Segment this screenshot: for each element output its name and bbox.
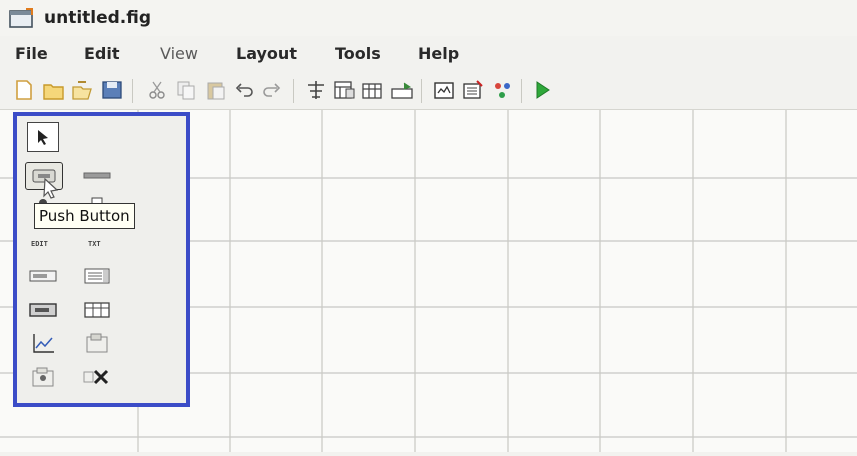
slider-icon <box>83 172 111 179</box>
window-title: untitled.fig <box>44 8 152 28</box>
undo-icon[interactable] <box>232 79 256 101</box>
open-folder-icon[interactable] <box>42 79 66 101</box>
button-group-icon <box>32 367 54 387</box>
toolbar-editor-icon[interactable] <box>390 79 414 101</box>
paste-icon[interactable] <box>204 79 228 101</box>
menu-editor-icon[interactable] <box>332 79 356 101</box>
listbox-icon <box>84 268 110 284</box>
activex-control-tool[interactable] <box>79 364 115 390</box>
listbox-tool[interactable] <box>79 263 115 289</box>
menu-view[interactable]: View <box>160 44 198 63</box>
table-icon <box>84 302 110 318</box>
toolbar-separator <box>421 79 422 103</box>
slider-tool[interactable] <box>79 162 115 188</box>
table-tool[interactable] <box>79 297 115 323</box>
object-browser-icon[interactable] <box>491 79 515 101</box>
toolbar-separator <box>132 79 133 103</box>
button-group-tool[interactable] <box>25 364 61 390</box>
menu-help[interactable]: Help <box>418 44 459 63</box>
component-palette: EDIT TXT <box>13 112 190 407</box>
activex-icon <box>83 369 109 385</box>
toolbar-separator <box>293 79 294 103</box>
toolbar <box>0 73 857 110</box>
copy-icon[interactable] <box>174 79 198 101</box>
panel-tool[interactable] <box>79 330 115 356</box>
axes-tool[interactable] <box>25 330 61 356</box>
toggle-button-icon <box>29 303 57 317</box>
arrow-pointer-icon <box>38 130 48 145</box>
popup-menu-tool[interactable] <box>25 263 61 289</box>
save-icon[interactable] <box>100 79 124 101</box>
edit-text-label: EDIT <box>31 240 48 248</box>
run-figure-icon[interactable] <box>530 79 554 101</box>
tab-order-editor-icon[interactable] <box>360 79 384 101</box>
edit-text-tool[interactable]: EDIT <box>25 229 61 255</box>
cut-icon[interactable] <box>145 79 169 101</box>
popup-menu-icon <box>29 270 57 282</box>
align-objects-icon[interactable] <box>304 79 328 101</box>
panel-icon <box>86 333 108 353</box>
static-text-icon: TXT <box>88 240 101 248</box>
redo-icon[interactable] <box>260 79 284 101</box>
push-button-tooltip: Push Button <box>34 203 135 229</box>
figure-app-icon <box>9 8 33 28</box>
title-bar: untitled.fig <box>0 0 857 36</box>
menu-tools[interactable]: Tools <box>335 44 381 63</box>
axes-icon <box>33 334 54 353</box>
open-file-icon[interactable] <box>70 79 94 101</box>
property-inspector-icon[interactable] <box>461 79 485 101</box>
menu-bar: File Edit View Layout Tools Help <box>0 38 857 68</box>
static-text-label: TXT <box>88 240 101 248</box>
menu-file[interactable]: File <box>15 44 48 63</box>
menu-layout[interactable]: Layout <box>236 44 297 63</box>
menu-edit[interactable]: Edit <box>84 44 120 63</box>
m-file-editor-icon[interactable] <box>432 79 456 101</box>
edit-text-icon: EDIT <box>31 240 48 248</box>
static-text-tool[interactable]: TXT <box>79 229 115 255</box>
new-file-icon[interactable] <box>12 79 36 101</box>
toolbar-separator <box>521 79 522 103</box>
select-tool[interactable] <box>27 122 59 152</box>
toggle-button-tool[interactable] <box>25 297 61 323</box>
